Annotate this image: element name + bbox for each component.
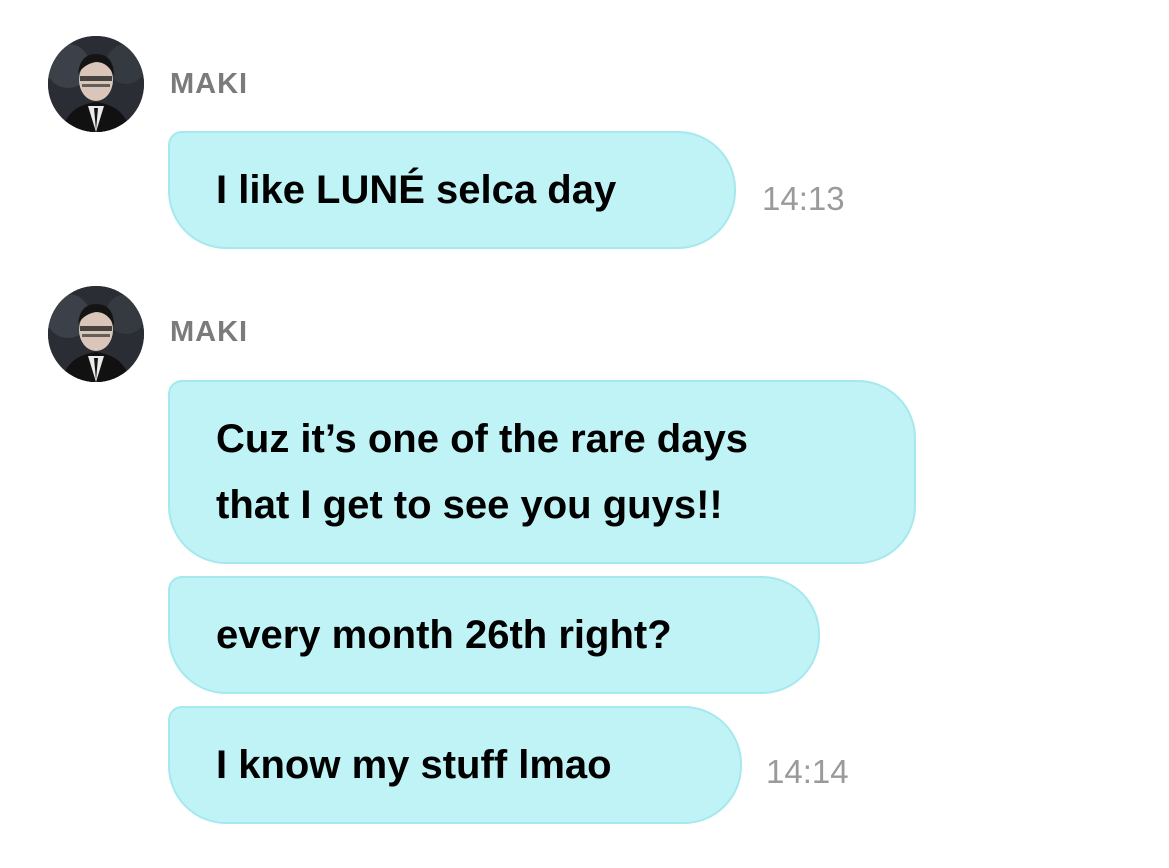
sender-name: MAKI xyxy=(170,68,249,100)
avatar[interactable] xyxy=(48,36,144,132)
message-bubble[interactable]: I know my stuff lmao xyxy=(168,706,742,824)
message-timestamp: 14:13 xyxy=(762,180,845,217)
message-bubble[interactable]: Cuz it’s one of the rare days that I get… xyxy=(168,380,916,564)
message-bubble[interactable]: every month 26th right? xyxy=(168,576,820,694)
sender-name: MAKI xyxy=(170,316,249,348)
avatar[interactable] xyxy=(48,286,144,382)
message-timestamp: 14:14 xyxy=(766,753,849,790)
message-bubble[interactable]: I like LUNÉ selca day xyxy=(168,131,736,249)
